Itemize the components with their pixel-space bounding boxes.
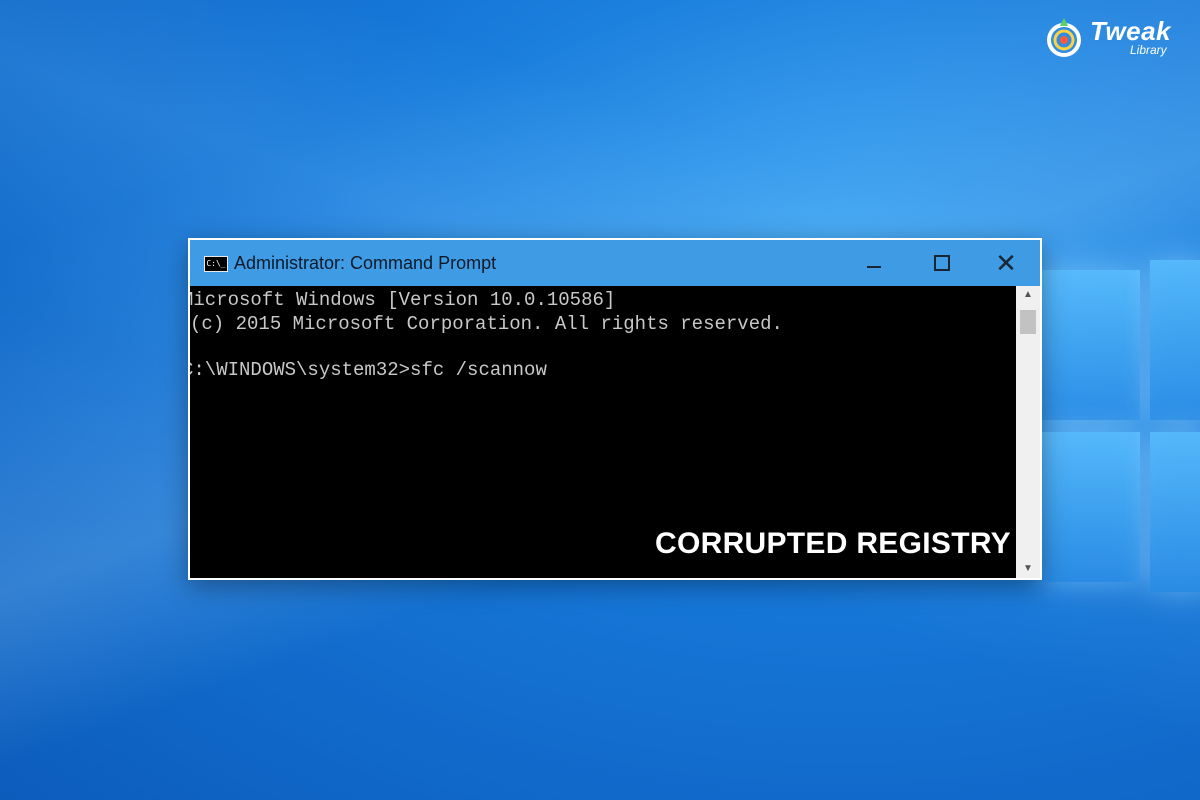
vertical-scrollbar[interactable]: ▲ ▼ <box>1016 286 1040 578</box>
console-prompt-line: C:\WINDOWS\system32>sfc /scannow <box>190 359 547 381</box>
scroll-up-icon[interactable]: ▲ <box>1016 286 1040 304</box>
tweak-library-logo-icon <box>1047 18 1081 57</box>
brand-subtitle: Library <box>1130 43 1167 57</box>
minimize-button[interactable] <box>852 246 896 280</box>
console-line: Microsoft Windows [Version 10.0.10586] <box>190 289 616 311</box>
window-title: Administrator: Command Prompt <box>234 253 497 273</box>
close-button[interactable]: ✕ <box>984 246 1028 280</box>
close-icon: ✕ <box>995 248 1017 278</box>
windows-logo-icon <box>1030 260 1200 592</box>
window-titlebar[interactable]: C:\_ Administrator: Command Prompt ✕ <box>190 240 1040 286</box>
cmd-app-icon: C:\_ <box>204 256 228 272</box>
registry-cubes-icon <box>120 430 320 630</box>
brand-logo: Tweak Library <box>1044 14 1184 62</box>
minimize-icon <box>867 266 881 268</box>
maximize-icon <box>934 255 950 271</box>
maximize-button[interactable] <box>918 246 962 280</box>
scroll-thumb[interactable] <box>1020 310 1036 334</box>
caption-heading: CORRUPTED REGISTRY <box>655 527 1011 560</box>
console-line: (c) 2015 Microsoft Corporation. All righ… <box>190 313 783 335</box>
scroll-down-icon[interactable]: ▼ <box>1016 560 1040 578</box>
brand-name: Tweak <box>1090 16 1172 46</box>
